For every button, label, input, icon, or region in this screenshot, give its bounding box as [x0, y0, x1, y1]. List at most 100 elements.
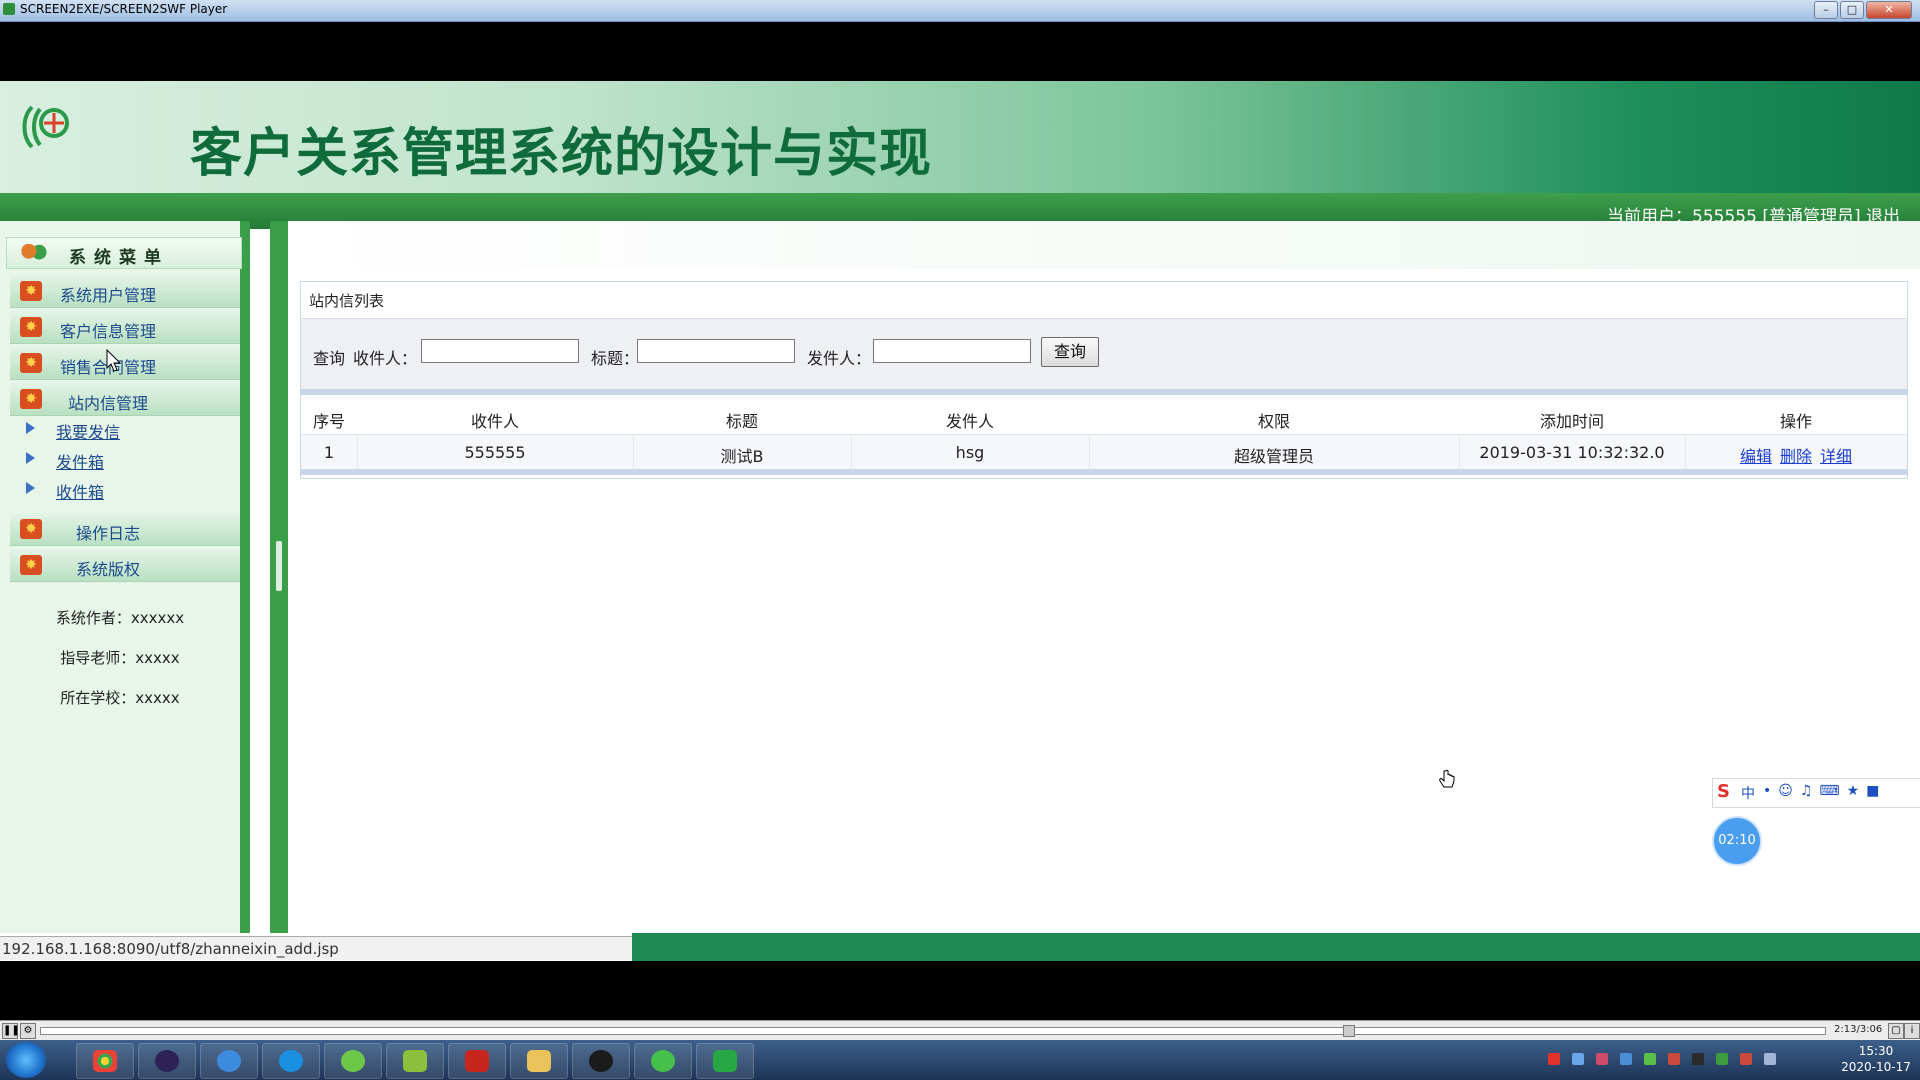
ime-tool-icons[interactable]: •☺♫⌨★■	[1763, 783, 1886, 799]
table-row: 1 555555 测试B hsg 超级管理员 2019-03-31 10:32:…	[301, 434, 1907, 475]
sidebar-item-sales-contract[interactable]: ✸ 销售合同管理	[10, 347, 240, 380]
site-logo-icon	[22, 105, 69, 149]
ime-toolbar[interactable]: S 中 •☺♫⌨★■	[1712, 778, 1920, 808]
site-header: 客户关系管理系统的设计与实现	[0, 81, 1920, 193]
explorer-taskbar-icon[interactable]	[510, 1043, 568, 1079]
site-title: 客户关系管理系统的设计与实现	[190, 124, 933, 184]
recording-timer: 02:10	[1712, 816, 1762, 866]
main-top-strip	[288, 221, 1920, 269]
search-label: 查询	[313, 349, 346, 368]
settings-icon[interactable]: ⚙	[20, 1023, 36, 1039]
sidebar-item-user-management[interactable]: ✸ 系统用户管理	[10, 275, 240, 308]
minimize-button[interactable]: –	[1814, 1, 1838, 19]
sogou-tray-icon[interactable]	[1548, 1053, 1560, 1065]
sidebar-splitter[interactable]	[270, 221, 288, 933]
sidebar-item-internal-mail[interactable]: ✸ 站内信管理	[10, 383, 240, 416]
arrow-right-icon	[26, 452, 35, 464]
header-cell: 发件人	[945, 412, 994, 431]
cell-no: 1	[323, 443, 335, 462]
start-button[interactable]	[6, 1042, 46, 1078]
cell-subject: 测试B	[720, 447, 764, 466]
cell-actions: 编辑 删除 详细	[1685, 443, 1907, 467]
star-icon: ✸	[20, 389, 42, 409]
tray-icon[interactable]	[1668, 1053, 1680, 1065]
panel-title: 站内信列表	[309, 292, 385, 310]
flash-taskbar-icon[interactable]	[448, 1043, 506, 1079]
header-cell: 添加时间	[1539, 412, 1604, 431]
star-icon: ✸	[20, 281, 42, 301]
maximize-button[interactable]: □	[1840, 1, 1864, 19]
header-cell: 权限	[1257, 412, 1290, 431]
header-cell: 收件人	[470, 412, 519, 431]
sidebar-menu-title-text: 系统菜单	[69, 248, 169, 268]
player-title-bar: SCREEN2EXE/SCREEN2SWF Player – □ ✕	[0, 0, 1920, 22]
clock-time: 15:30	[1858, 1044, 1894, 1058]
fullscreen-icon[interactable]: ▢	[1888, 1023, 1904, 1039]
sidebar-subitem-send-mail[interactable]: 我要发信	[26, 417, 226, 443]
seek-thumb[interactable]	[1343, 1025, 1355, 1037]
hand-cursor-icon	[1439, 769, 1455, 788]
subject-input[interactable]	[637, 339, 795, 363]
eclipse-taskbar-icon[interactable]	[138, 1043, 196, 1079]
player-window-title: SCREEN2EXE/SCREEN2SWF Player	[20, 2, 228, 16]
wechat-taskbar-icon[interactable]	[634, 1043, 692, 1079]
qq-tray-icon[interactable]	[1692, 1053, 1704, 1065]
chrome-taskbar-icon[interactable]	[76, 1043, 134, 1079]
table-header: 序号 收件人 标题 发件人 权限 添加时间 操作	[301, 400, 1907, 434]
system-tray	[1536, 1040, 1836, 1080]
sender-input[interactable]	[873, 339, 1031, 363]
network-taskbar-icon[interactable]	[200, 1043, 258, 1079]
search-button[interactable]: 查询	[1041, 337, 1099, 367]
app-viewport: 客户关系管理系统的设计与实现 当前用户：555555 [普通管理员] 退出 系统…	[0, 81, 1920, 961]
sidebar-item-operation-log[interactable]: ✸ 操作日志	[10, 513, 240, 546]
mouse-pointer-icon	[106, 349, 122, 372]
volume-icon[interactable]	[1740, 1053, 1752, 1065]
player-taskbar-icon[interactable]	[696, 1043, 754, 1079]
pause-icon[interactable]: ❚❚	[2, 1023, 20, 1039]
sidebar-subitem-inbox[interactable]: 收件箱	[26, 477, 226, 503]
close-button[interactable]: ✕	[1866, 1, 1912, 19]
sidebar-subitem-label: 收件箱	[56, 483, 105, 502]
wechat-tray-icon[interactable]	[1644, 1053, 1656, 1065]
tray-icon[interactable]	[1596, 1053, 1608, 1065]
credit-school: 所在学校：xxxxx	[60, 689, 180, 707]
qq-taskbar-icon[interactable]	[572, 1043, 630, 1079]
sidebar-item-copyright[interactable]: ✸ 系统版权	[10, 549, 240, 582]
tray-icon[interactable]	[1572, 1053, 1584, 1065]
cell-role: 超级管理员	[1233, 447, 1314, 466]
seek-track[interactable]	[40, 1025, 1826, 1037]
ime-mode-indicator[interactable]: 中	[1741, 783, 1755, 803]
edit-link[interactable]: 编辑	[1740, 447, 1772, 466]
users-icon	[21, 244, 47, 262]
footer-strip	[632, 933, 1920, 961]
sidebar-subitem-label: 我要发信	[56, 423, 121, 442]
sidebar-item-customer-info[interactable]: ✸ 客户信息管理	[10, 311, 240, 344]
sogou-logo-icon: S	[1717, 781, 1730, 802]
cell-time: 2019-03-31 10:32:32.0	[1479, 443, 1665, 462]
header-cell: 标题	[725, 412, 758, 431]
browser-taskbar-icon[interactable]	[262, 1043, 320, 1079]
shield-icon[interactable]	[1620, 1053, 1632, 1065]
sidebar-item-label: 操作日志	[76, 524, 141, 543]
recipient-input[interactable]	[421, 339, 579, 363]
player-control-bar: ❚❚ ⚙ 2:13/3:06 ▢ i	[0, 1020, 1920, 1041]
splitter-grip[interactable]	[276, 541, 282, 591]
sidebar-subitem-outbox[interactable]: 发件箱	[26, 447, 226, 473]
star-icon: ✸	[20, 317, 42, 337]
credit-advisor: 指导老师：xxxxx	[60, 649, 180, 667]
sidebar: 系统菜单 ✸ 系统用户管理 ✸ 客户信息管理 ✸ 销售合同管理 ✸ 站内信管理 …	[0, 221, 250, 933]
star-icon: ✸	[20, 555, 42, 575]
main-content: 站内信列表 查询 收件人： 标题： 发件人： 查询 序号 收件人 标题 发件人 …	[288, 221, 1920, 933]
player-app-icon	[3, 3, 15, 15]
clock-date: 2020-10-17	[1841, 1060, 1911, 1074]
star-icon: ✸	[20, 353, 42, 373]
app-green-taskbar-icon[interactable]	[324, 1043, 382, 1079]
network-icon[interactable]	[1764, 1053, 1776, 1065]
delete-link[interactable]: 删除	[1780, 447, 1812, 466]
detail-link[interactable]: 详细	[1820, 447, 1852, 466]
header-cell: 操作	[1779, 412, 1812, 431]
taskbar-clock[interactable]: 15:30 2020-10-17	[1836, 1043, 1916, 1075]
info-icon[interactable]: i	[1904, 1023, 1920, 1039]
tray-icon[interactable]	[1716, 1053, 1728, 1065]
editor-taskbar-icon[interactable]	[386, 1043, 444, 1079]
